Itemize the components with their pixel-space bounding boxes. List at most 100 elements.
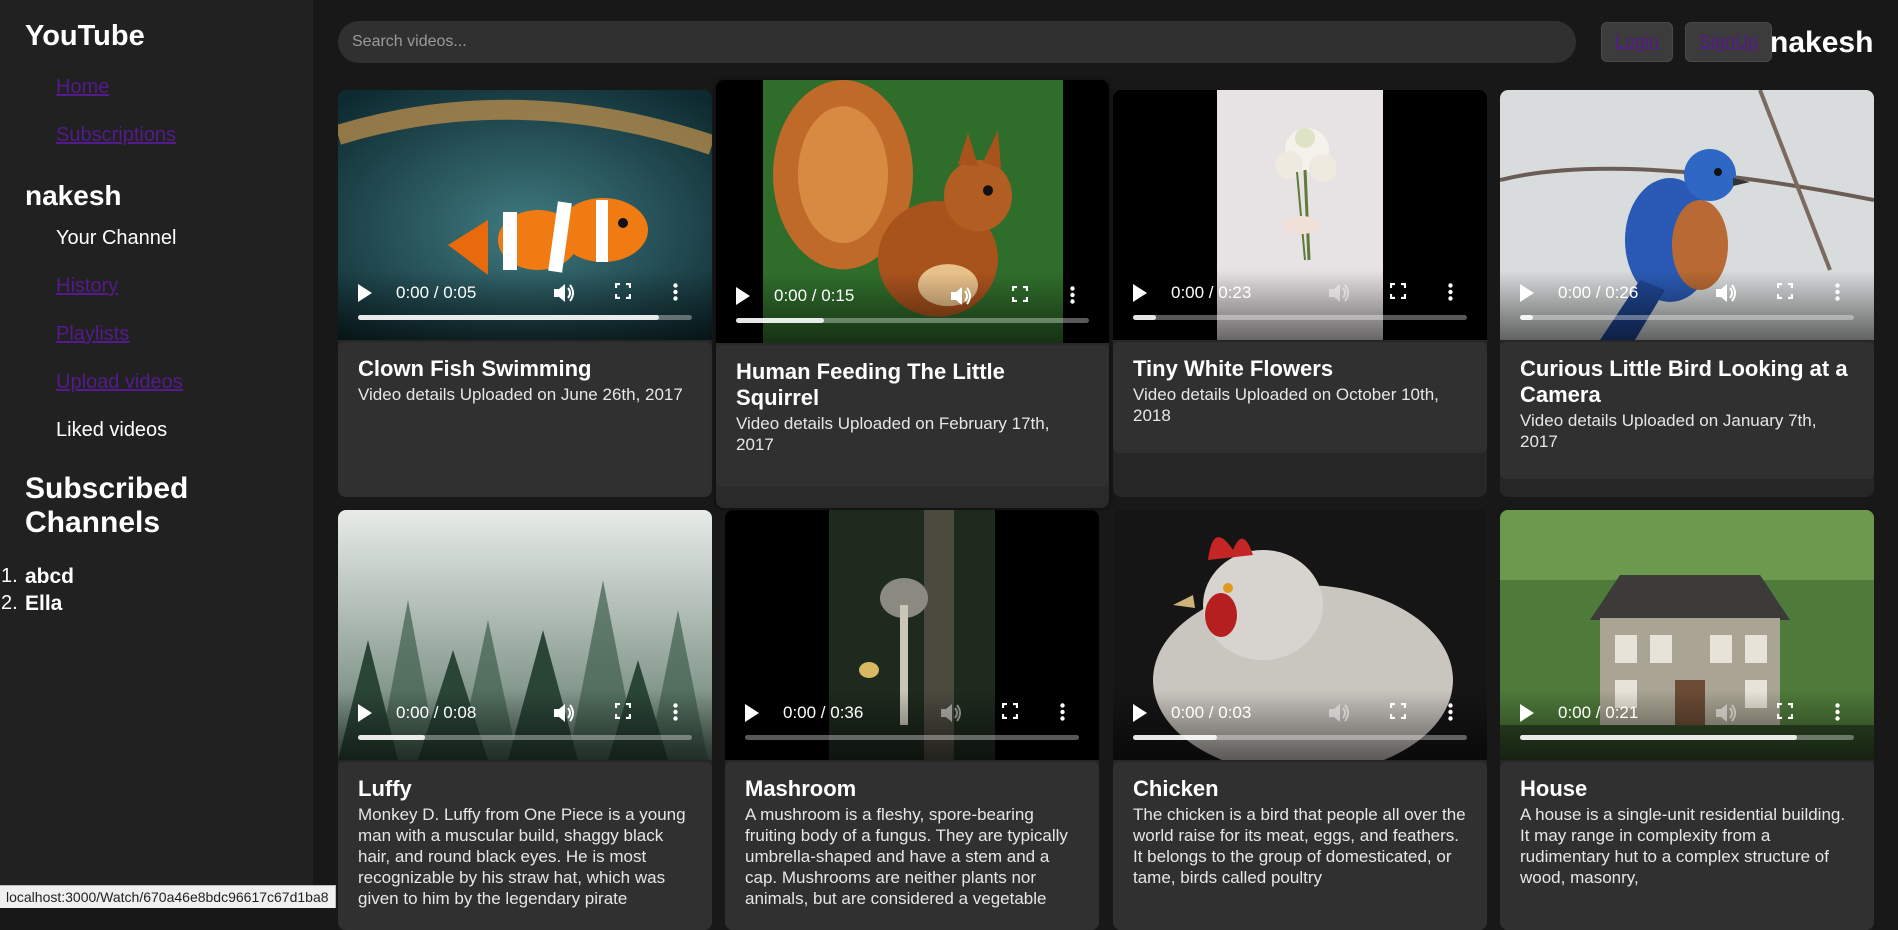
- video-title[interactable]: Human Feeding The Little Squirrel: [736, 359, 1089, 411]
- volume-icon[interactable]: [951, 285, 973, 307]
- video-progress-bar[interactable]: [745, 735, 1079, 740]
- video-details: Video details Uploaded on June 26th, 201…: [358, 384, 692, 405]
- video-info[interactable]: Human Feeding The Little Squirrel Video …: [716, 345, 1109, 487]
- play-icon[interactable]: [1518, 702, 1536, 724]
- upload-videos-link[interactable]: Upload videos: [56, 371, 183, 394]
- fullscreen-icon[interactable]: [1011, 285, 1029, 303]
- fullscreen-icon[interactable]: [1776, 282, 1794, 300]
- video-player[interactable]: 0:00 / 0:23: [1113, 90, 1487, 340]
- play-icon[interactable]: [1131, 702, 1149, 724]
- video-card[interactable]: 0:00 / 0:21 House A house is a single-un…: [1500, 510, 1874, 930]
- video-info[interactable]: Mashroom A mushroom is a fleshy, spore-b…: [725, 762, 1099, 930]
- video-player[interactable]: 0:00 / 0:05: [338, 90, 712, 340]
- more-options-icon[interactable]: [1834, 282, 1840, 302]
- signup-button[interactable]: SignUp: [1685, 22, 1772, 62]
- more-options-icon[interactable]: [672, 702, 678, 722]
- video-player[interactable]: 0:00 / 0:03: [1113, 510, 1487, 760]
- liked-videos-item[interactable]: Liked videos: [56, 419, 167, 442]
- play-icon[interactable]: [356, 282, 374, 304]
- video-title[interactable]: Luffy: [358, 776, 692, 802]
- video-time: 0:00 / 0:03: [1171, 703, 1251, 723]
- video-card[interactable]: 0:00 / 0:08 Luffy Monkey D. Luffy from O…: [338, 510, 712, 930]
- video-card[interactable]: 0:00 / 0:03 Chicken The chicken is a bir…: [1113, 510, 1487, 930]
- video-player[interactable]: 0:00 / 0:08: [338, 510, 712, 760]
- video-time: 0:00 / 0:05: [396, 283, 476, 303]
- video-title[interactable]: Curious Little Bird Looking at a Camera: [1520, 356, 1854, 408]
- video-card[interactable]: 0:00 / 0:36 Mashroom A mushroom is a fle…: [725, 510, 1099, 930]
- video-card[interactable]: 0:00 / 0:15 Human Feeding The Little Squ…: [716, 80, 1109, 508]
- more-options-icon[interactable]: [672, 282, 678, 302]
- channel-name: abcd: [25, 565, 74, 588]
- video-details: Video details Uploaded on January 7th, 2…: [1520, 410, 1854, 452]
- search-input[interactable]: [338, 21, 1576, 63]
- more-options-icon[interactable]: [1447, 702, 1453, 722]
- video-time: 0:00 / 0:23: [1171, 283, 1251, 303]
- nav-home-link[interactable]: Home: [56, 76, 109, 99]
- video-title[interactable]: House: [1520, 776, 1854, 802]
- fullscreen-icon[interactable]: [1776, 702, 1794, 720]
- more-options-icon[interactable]: [1834, 702, 1840, 722]
- volume-icon[interactable]: [554, 282, 576, 304]
- video-player[interactable]: 0:00 / 0:36: [725, 510, 1099, 760]
- video-info[interactable]: Luffy Monkey D. Luffy from One Piece is …: [338, 762, 712, 930]
- video-controls: 0:00 / 0:05: [338, 270, 712, 340]
- video-info[interactable]: Curious Little Bird Looking at a Camera …: [1500, 342, 1874, 479]
- volume-icon[interactable]: [1716, 282, 1738, 304]
- video-player[interactable]: 0:00 / 0:26: [1500, 90, 1874, 340]
- subscribed-channel-item[interactable]: 2. Ella: [25, 592, 74, 619]
- video-info[interactable]: Clown Fish Swimming Video details Upload…: [338, 342, 712, 497]
- volume-icon[interactable]: [554, 702, 576, 724]
- history-link[interactable]: History: [56, 275, 118, 298]
- nav-subscriptions-link[interactable]: Subscriptions: [56, 124, 176, 147]
- video-title[interactable]: Chicken: [1133, 776, 1467, 802]
- video-details: A house is a single-unit residential bui…: [1520, 804, 1854, 888]
- more-options-icon[interactable]: [1447, 282, 1453, 302]
- volume-icon[interactable]: [941, 702, 963, 724]
- fullscreen-icon[interactable]: [1389, 702, 1407, 720]
- fullscreen-icon[interactable]: [614, 702, 632, 720]
- video-title[interactable]: Tiny White Flowers: [1133, 356, 1467, 382]
- volume-icon[interactable]: [1716, 702, 1738, 724]
- fullscreen-icon[interactable]: [1001, 702, 1019, 720]
- video-player[interactable]: 0:00 / 0:15: [716, 80, 1109, 343]
- video-progress-bar[interactable]: [358, 315, 692, 320]
- your-channel-item[interactable]: Your Channel: [56, 227, 176, 250]
- video-title[interactable]: Clown Fish Swimming: [358, 356, 692, 382]
- video-card[interactable]: 0:00 / 0:26 Curious Little Bird Looking …: [1500, 90, 1874, 497]
- video-progress-bar[interactable]: [1133, 735, 1467, 740]
- more-options-icon[interactable]: [1069, 285, 1075, 305]
- video-info[interactable]: House A house is a single-unit residenti…: [1500, 762, 1874, 930]
- subscribed-channel-item[interactable]: 1. abcd: [25, 565, 74, 592]
- video-info[interactable]: Tiny White Flowers Video details Uploade…: [1113, 342, 1487, 453]
- brand-logo[interactable]: YouTube: [25, 20, 145, 53]
- video-player[interactable]: 0:00 / 0:21: [1500, 510, 1874, 760]
- more-options-icon[interactable]: [1059, 702, 1065, 722]
- video-progress-bar[interactable]: [736, 318, 1089, 323]
- login-button[interactable]: Login: [1601, 22, 1673, 62]
- video-progress-bar[interactable]: [1520, 315, 1854, 320]
- video-controls: 0:00 / 0:21: [1500, 690, 1874, 760]
- playlists-link[interactable]: Playlists: [56, 323, 129, 346]
- volume-icon[interactable]: [1329, 702, 1351, 724]
- play-icon[interactable]: [1131, 282, 1149, 304]
- video-progress-bar[interactable]: [1133, 315, 1467, 320]
- video-progress-bar[interactable]: [1520, 735, 1854, 740]
- play-icon[interactable]: [743, 702, 761, 724]
- video-card[interactable]: 0:00 / 0:05 Clown Fish Swimming Video de…: [338, 90, 712, 497]
- video-progress-fill: [358, 315, 659, 320]
- video-progress-fill: [1520, 315, 1533, 320]
- fullscreen-icon[interactable]: [1389, 282, 1407, 300]
- video-controls: 0:00 / 0:36: [725, 690, 1099, 760]
- video-card[interactable]: 0:00 / 0:23 Tiny White Flowers Video det…: [1113, 90, 1487, 497]
- video-info[interactable]: Chicken The chicken is a bird that peopl…: [1113, 762, 1487, 930]
- play-icon[interactable]: [734, 285, 752, 307]
- volume-icon[interactable]: [1329, 282, 1351, 304]
- fullscreen-icon[interactable]: [614, 282, 632, 300]
- video-progress-fill: [1133, 315, 1156, 320]
- video-time: 0:00 / 0:08: [396, 703, 476, 723]
- video-title[interactable]: Mashroom: [745, 776, 1079, 802]
- video-details: Video details Uploaded on February 17th,…: [736, 413, 1089, 455]
- play-icon[interactable]: [1518, 282, 1536, 304]
- play-icon[interactable]: [356, 702, 374, 724]
- video-progress-bar[interactable]: [358, 735, 692, 740]
